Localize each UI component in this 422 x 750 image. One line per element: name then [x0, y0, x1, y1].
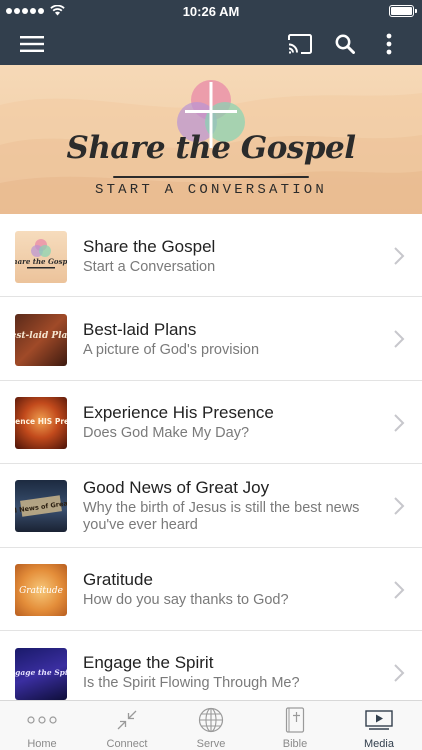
bottom-tab-bar: Home Connect Serve Bible Media [0, 700, 422, 750]
item-subtitle: Why the birth of Jesus is still the best… [83, 500, 360, 533]
home-dots-icon [27, 716, 57, 724]
svg-text:Share the Gospel: Share the Gospel [15, 257, 67, 266]
list-item[interactable]: Experience HIS Presence Experience His P… [0, 381, 422, 464]
item-title: Engage the Spirit [83, 653, 214, 672]
item-subtitle: Is the Spirit Flowing Through Me? [83, 675, 300, 691]
tab-connect[interactable]: Connect [85, 701, 169, 750]
top-nav-bar [0, 22, 422, 65]
tab-label: Bible [282, 738, 308, 750]
cast-icon [288, 33, 312, 54]
chevron-right-icon [394, 330, 405, 348]
tab-label: Serve [196, 738, 226, 750]
more-vertical-icon [386, 33, 392, 54]
battery-icon [389, 5, 417, 17]
tab-media[interactable]: Media [337, 701, 421, 750]
chevron-right-icon [394, 497, 405, 515]
chevron-right-icon [394, 581, 405, 599]
list-item[interactable]: Share the Gospel Share the Gospel Start … [0, 214, 422, 297]
list-item[interactable]: Gratitude Gratitude How do you say thank… [0, 548, 422, 631]
media-play-icon [365, 710, 393, 730]
tab-bible[interactable]: Bible [253, 701, 337, 750]
series-thumbnail: Engage the Spirit [15, 648, 67, 700]
tab-label: Home [27, 738, 57, 750]
globe-icon [198, 707, 224, 733]
item-title: Best-laid Plans [83, 320, 197, 339]
series-thumbnail: Good News of Great Joy [15, 480, 67, 532]
connect-arrows-icon [117, 710, 137, 730]
menu-button[interactable] [10, 22, 54, 65]
bible-icon [285, 707, 305, 733]
svg-text:Engage the Spirit: Engage the Spirit [15, 668, 67, 677]
tab-label: Connect [106, 738, 148, 750]
series-thumbnail: Best-laid Plans [15, 314, 67, 366]
status-time: 10:26 AM [182, 4, 240, 19]
item-subtitle: A picture of God's provision [83, 342, 260, 358]
svg-text:Experience HIS Presence: Experience HIS Presence [15, 417, 67, 426]
media-series-list: Share the Gospel Share the Gospel Start … [0, 214, 422, 715]
more-options-button[interactable] [367, 22, 411, 65]
item-title: Gratitude [83, 570, 153, 589]
banner-title: Share the Gospel [66, 130, 356, 166]
list-item[interactable]: Best-laid Plans Best-laid Plans A pictur… [0, 297, 422, 381]
banner-subtitle: START A CONVERSATION [94, 182, 328, 198]
series-thumbnail: Share the Gospel [15, 231, 67, 283]
chevron-right-icon [394, 414, 405, 432]
item-subtitle: Start a Conversation [83, 259, 216, 275]
item-title: Share the Gospel [83, 237, 216, 256]
banner-underline [113, 176, 309, 178]
item-subtitle: Does God Make My Day? [83, 425, 250, 441]
svg-text:Gratitude: Gratitude [19, 586, 63, 596]
chevron-right-icon [394, 664, 405, 682]
cast-button[interactable] [278, 22, 322, 65]
tab-label: Media [364, 738, 394, 750]
status-bar: 10:26 AM [0, 0, 422, 22]
series-thumbnail: Experience HIS Presence [15, 397, 67, 449]
list-item[interactable]: Good News of Great Joy Good News of Grea… [0, 464, 422, 548]
search-icon [335, 34, 355, 54]
tab-home[interactable]: Home [0, 701, 84, 750]
item-subtitle: How do you say thanks to God? [83, 592, 289, 608]
hamburger-menu-icon [20, 35, 44, 52]
item-title: Experience His Presence [83, 403, 274, 422]
tab-serve[interactable]: Serve [169, 701, 253, 750]
svg-text:Best-laid Plans: Best-laid Plans [15, 331, 67, 341]
search-button[interactable] [323, 22, 367, 65]
chevron-right-icon [394, 247, 405, 265]
item-title: Good News of Great Joy [83, 478, 270, 497]
series-thumbnail: Gratitude [15, 564, 67, 616]
